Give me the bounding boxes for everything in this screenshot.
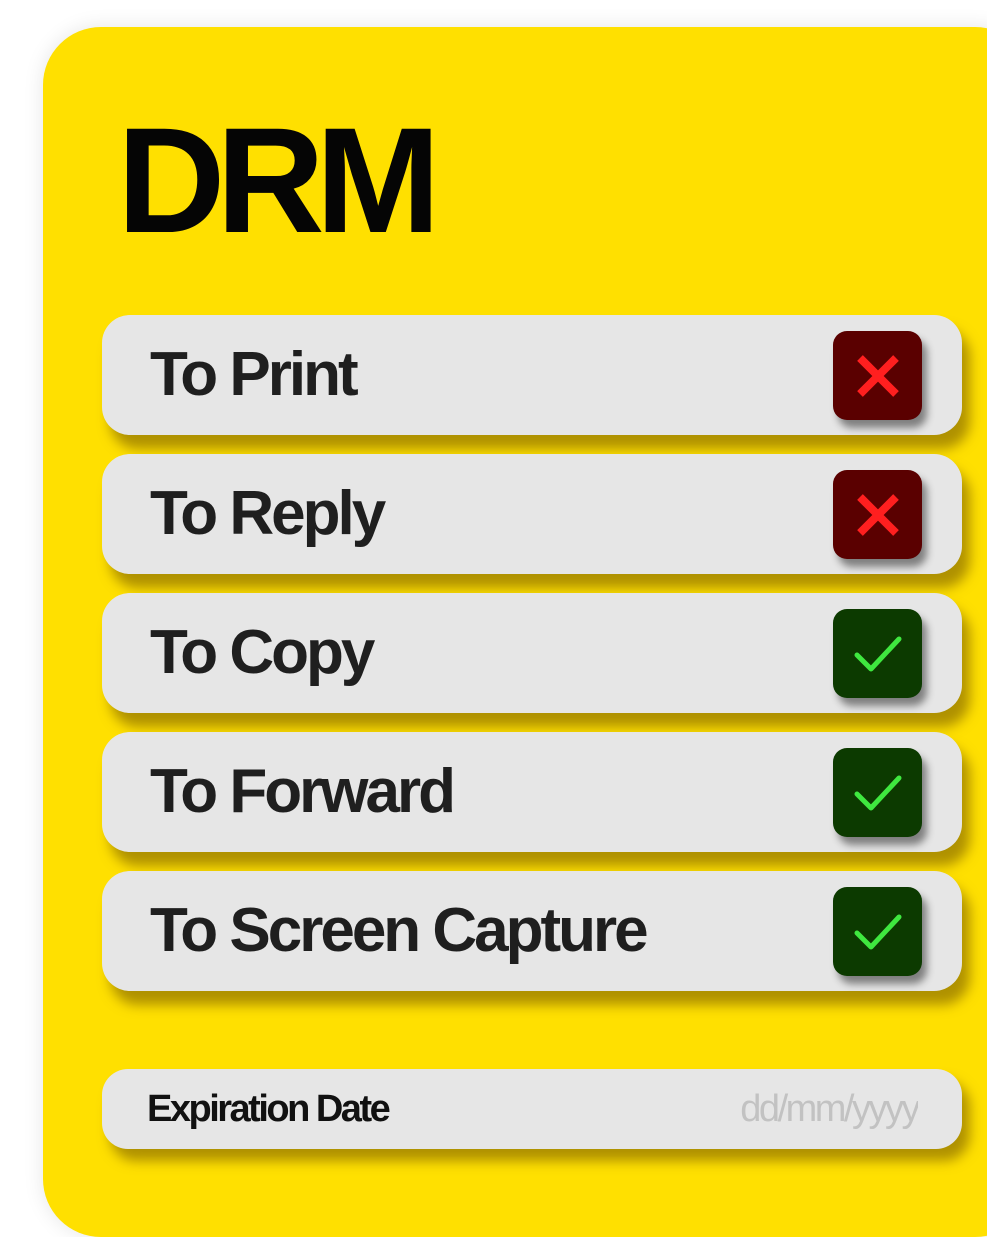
permission-row-print: To Print [102,315,962,435]
permission-row-reply: To Reply [102,454,962,574]
check-icon [854,636,901,671]
permission-label-screen-capture: To Screen Capture [150,896,649,965]
copy-toggle[interactable] [833,609,922,698]
reply-toggle[interactable] [833,470,922,559]
forward-toggle[interactable] [833,748,922,837]
expiration-date-input[interactable] [588,1081,918,1137]
expiration-date-label: Expiration Date [147,1088,391,1130]
permission-row-copy: To Copy [102,593,962,713]
x-icon [856,493,899,536]
permission-label-copy: To Copy [150,618,375,687]
print-toggle[interactable] [833,331,922,420]
check-icon [854,775,901,810]
x-icon [856,354,899,397]
permission-row-forward: To Forward [102,732,962,852]
panel-title: DRM [117,96,441,264]
permission-label-reply: To Reply [150,479,386,548]
permission-row-screen-capture: To Screen Capture [102,871,962,991]
expiration-date-row: Expiration Date [102,1069,962,1149]
check-icon [854,914,901,949]
permission-label-forward: To Forward [150,757,456,826]
drm-panel: DRM To Print To Reply To Copy To Forward [43,27,987,1237]
screen-capture-toggle[interactable] [833,887,922,976]
permission-label-print: To Print [150,340,359,409]
